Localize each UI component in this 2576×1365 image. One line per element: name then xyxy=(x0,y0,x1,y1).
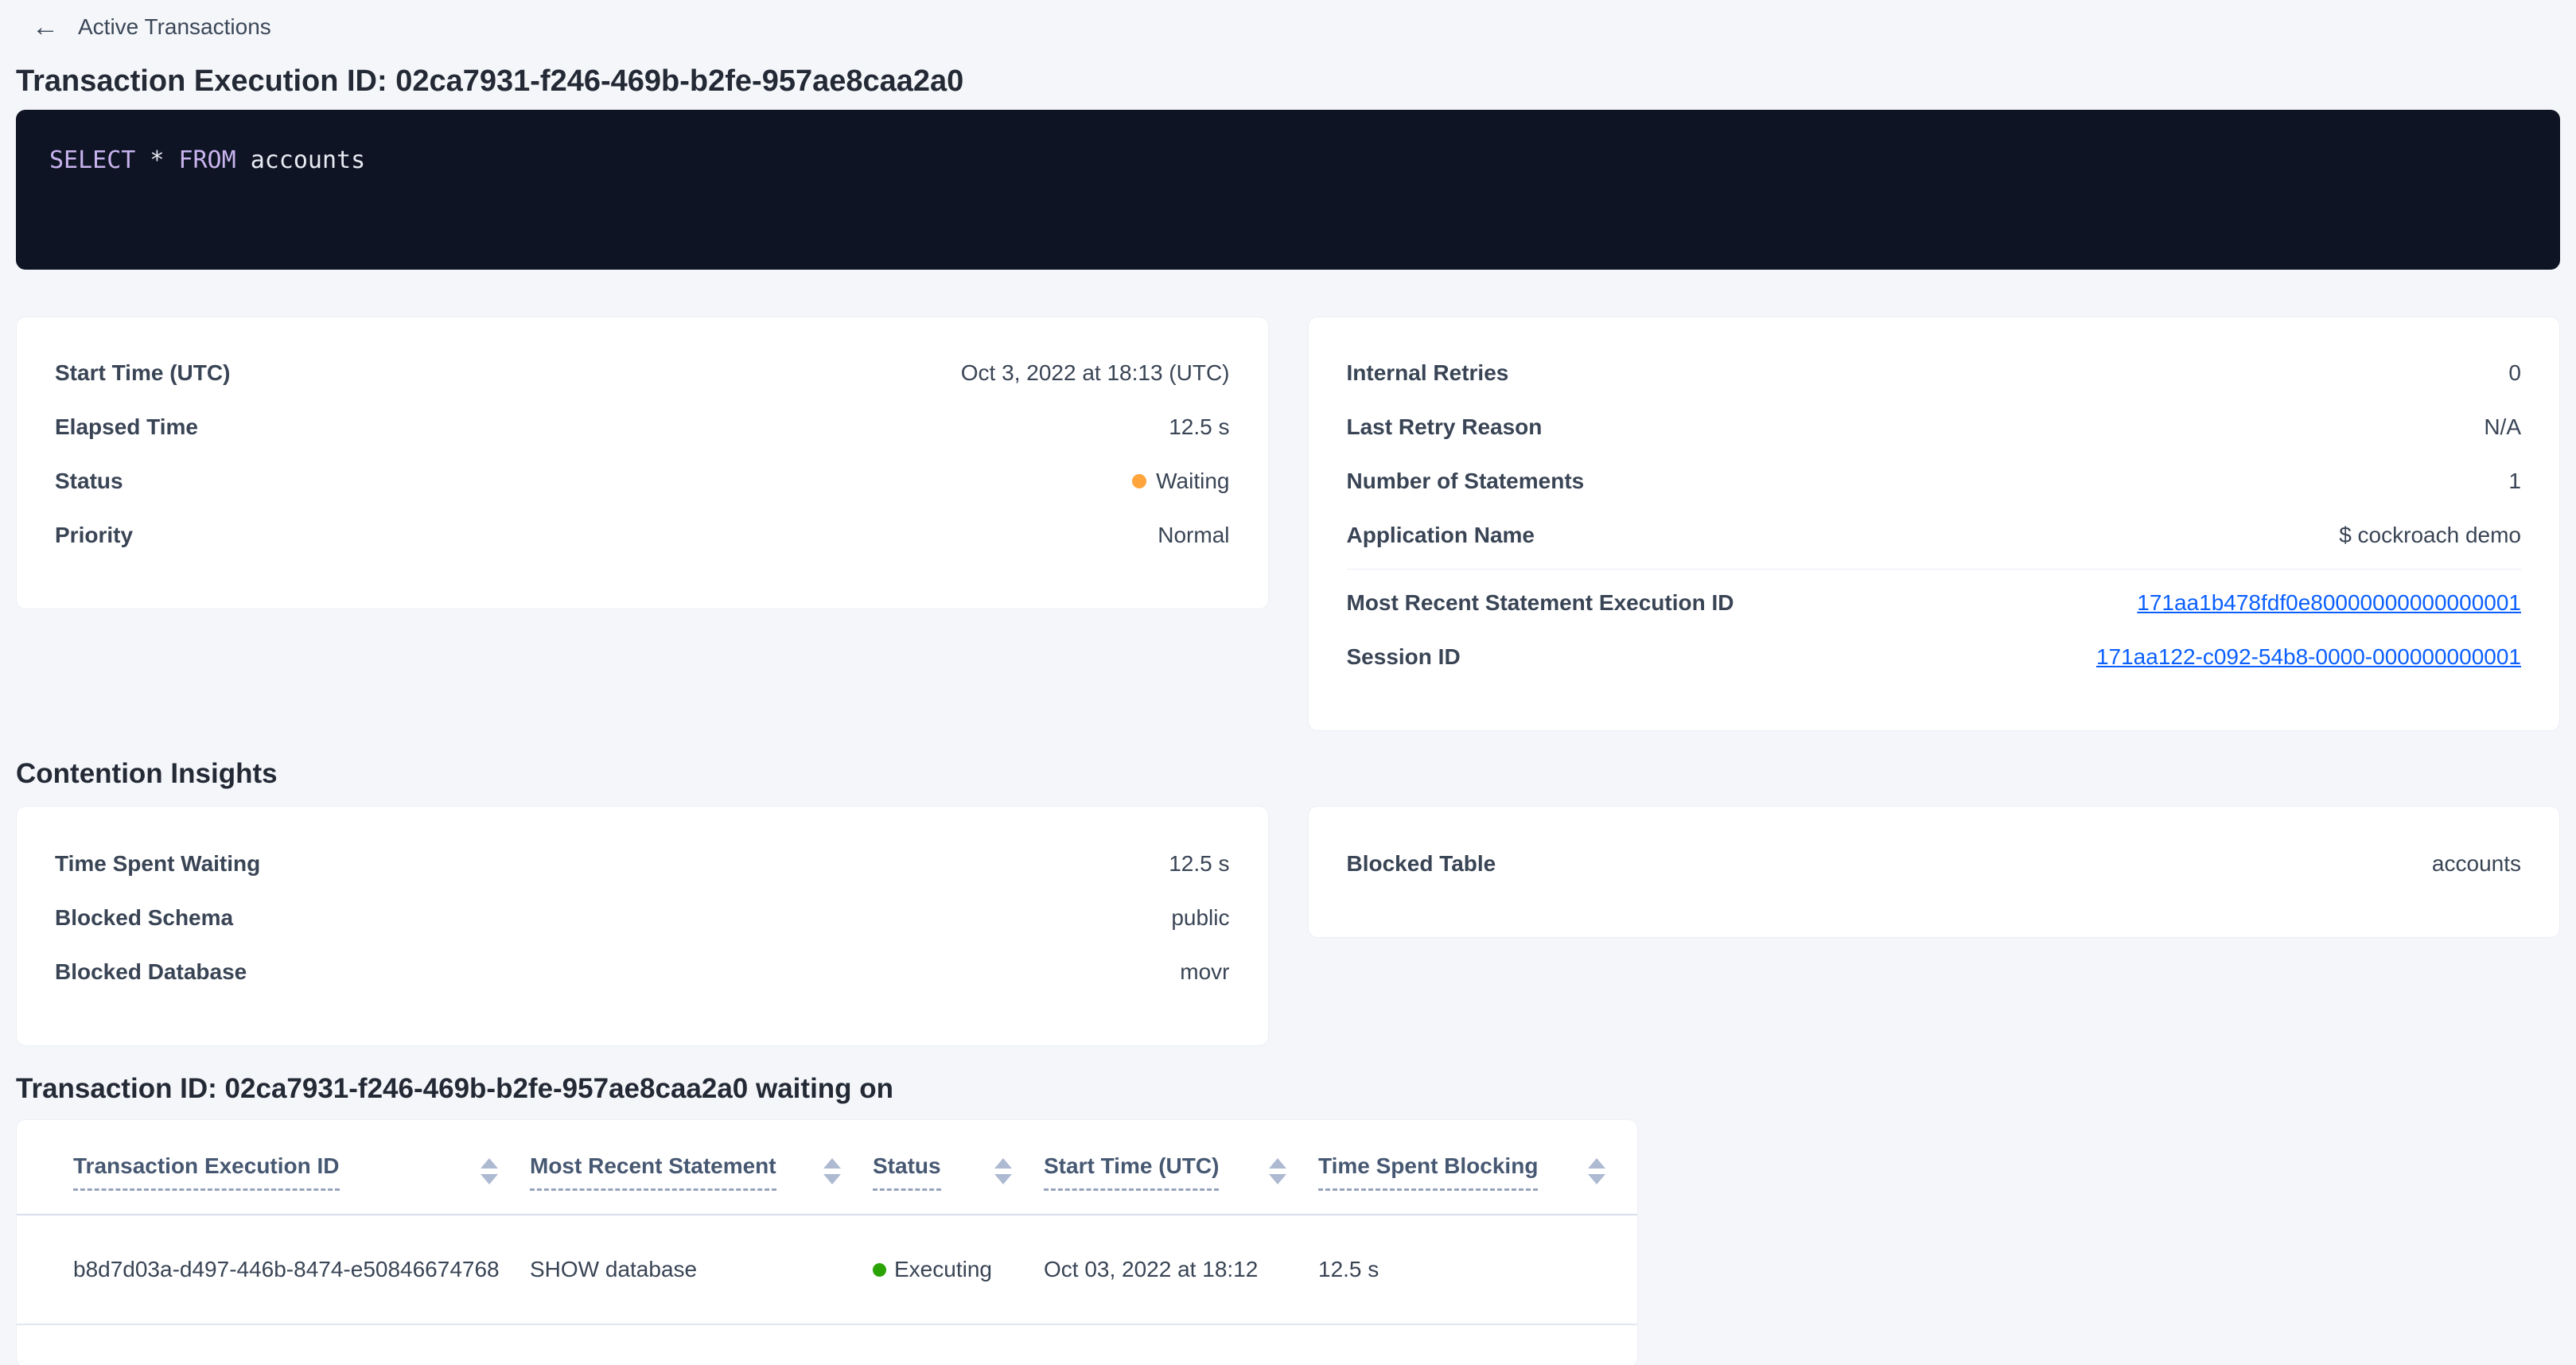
row-value: $ cockroach demo xyxy=(2339,523,2521,548)
sql-keyword-from: FROM xyxy=(178,146,235,175)
sort-icon[interactable] xyxy=(481,1158,498,1184)
row-label: Blocked Schema xyxy=(55,905,233,931)
sort-icon[interactable] xyxy=(994,1158,1012,1184)
row-label: Priority xyxy=(55,523,133,548)
row-value: accounts xyxy=(2432,851,2521,877)
status-badge: Waiting xyxy=(1132,469,1229,494)
column-header-label: Start Time (UTC) xyxy=(1044,1153,1219,1191)
row-value: 1 xyxy=(2508,469,2521,494)
row-value: Oct 3, 2022 at 18:13 (UTC) xyxy=(961,360,1230,386)
sort-up-icon xyxy=(481,1158,498,1169)
row-label: Status xyxy=(55,469,123,494)
row-status: Status Waiting xyxy=(17,454,1268,508)
sort-down-icon xyxy=(1269,1174,1286,1184)
cell-time-spent-blocking: 12.5 s xyxy=(1318,1257,1637,1282)
sort-down-icon xyxy=(823,1174,841,1184)
sql-keyword-select: SELECT xyxy=(49,146,135,175)
sql-table-name: accounts xyxy=(251,146,366,175)
cell-most-recent-statement: SHOW database xyxy=(530,1257,873,1282)
row-label: Elapsed Time xyxy=(55,414,198,440)
row-internal-retries: Internal Retries 0 xyxy=(1309,346,2560,400)
back-link-active-transactions[interactable]: Active Transactions xyxy=(78,14,271,40)
row-value: 0 xyxy=(2508,360,2521,386)
column-header-most-recent-statement[interactable]: Most Recent Statement xyxy=(530,1153,873,1191)
page-title: Transaction Execution ID: 02ca7931-f246-… xyxy=(16,64,2560,99)
cell-start-time: Oct 03, 2022 at 18:12 xyxy=(1044,1257,1318,1282)
column-header-time-spent-blocking[interactable]: Time Spent Blocking xyxy=(1318,1153,1637,1191)
row-elapsed-time: Elapsed Time 12.5 s xyxy=(17,400,1268,454)
statement-execution-id-link[interactable]: 171aa1b478fdf0e80000000000000001 xyxy=(2137,590,2521,616)
row-application-name: Application Name $ cockroach demo xyxy=(1309,508,2560,562)
sql-star: * xyxy=(150,146,164,175)
sort-icon[interactable] xyxy=(823,1158,841,1184)
row-value: Normal xyxy=(1158,523,1229,548)
row-start-time: Start Time (UTC) Oct 3, 2022 at 18:13 (U… xyxy=(17,346,1268,400)
sql-statement-box: SELECT * FROM accounts xyxy=(16,110,2560,270)
row-most-recent-statement-execution-id: Most Recent Statement Execution ID 171aa… xyxy=(1309,576,2560,630)
row-label: Application Name xyxy=(1347,523,1535,548)
cell-transaction-execution-id: b8d7d03a-d497-446b-8474-e50846674768 xyxy=(73,1257,530,1282)
row-value: 12.5 s xyxy=(1169,414,1229,440)
waiting-transactions-table: Transaction Execution ID Most Recent Sta… xyxy=(16,1119,1638,1365)
contention-right-card: Blocked Table accounts xyxy=(1308,806,2561,938)
sort-icon[interactable] xyxy=(1588,1158,1605,1184)
sort-up-icon xyxy=(994,1158,1012,1169)
table-row: b8d7d03a-d497-446b-8474-e50846674768 SHO… xyxy=(17,1215,1637,1325)
row-label: Most Recent Statement Execution ID xyxy=(1347,590,1734,616)
sort-up-icon xyxy=(1588,1158,1605,1169)
status-text: Waiting xyxy=(1156,469,1229,494)
row-label: Time Spent Waiting xyxy=(55,851,260,877)
row-label: Blocked Table xyxy=(1347,851,1496,877)
row-blocked-table: Blocked Table accounts xyxy=(1309,837,2560,891)
back-arrow-icon[interactable]: ← xyxy=(32,14,59,41)
session-id-link[interactable]: 171aa122-c092-54b8-0000-000000000001 xyxy=(2096,644,2521,670)
row-time-spent-waiting: Time Spent Waiting 12.5 s xyxy=(17,837,1268,891)
sort-down-icon xyxy=(481,1174,498,1184)
row-blocked-schema: Blocked Schema public xyxy=(17,891,1268,945)
row-session-id: Session ID 171aa122-c092-54b8-0000-00000… xyxy=(1309,630,2560,684)
row-label: Blocked Database xyxy=(55,959,247,985)
row-label: Start Time (UTC) xyxy=(55,360,230,386)
cell-status: Executing xyxy=(873,1257,1044,1282)
column-header-label: Status xyxy=(873,1153,941,1191)
contention-left-card: Time Spent Waiting 12.5 s Blocked Schema… xyxy=(16,806,1269,1046)
row-value: N/A xyxy=(2484,414,2521,440)
row-number-of-statements: Number of Statements 1 xyxy=(1309,454,2560,508)
column-header-label: Most Recent Statement xyxy=(530,1153,776,1191)
row-label: Session ID xyxy=(1347,644,1461,670)
column-header-label: Transaction Execution ID xyxy=(73,1153,340,1191)
row-label: Last Retry Reason xyxy=(1347,414,1543,440)
status-text: Executing xyxy=(894,1257,992,1282)
overview-card: Start Time (UTC) Oct 3, 2022 at 18:13 (U… xyxy=(16,317,1269,609)
status-waiting-dot-icon xyxy=(1132,474,1146,488)
row-last-retry-reason: Last Retry Reason N/A xyxy=(1309,400,2560,454)
column-header-start-time[interactable]: Start Time (UTC) xyxy=(1044,1153,1318,1191)
sort-up-icon xyxy=(1269,1158,1286,1169)
contention-insights-heading: Contention Insights xyxy=(16,756,2560,791)
card-divider xyxy=(1347,569,2522,570)
row-value: 12.5 s xyxy=(1169,851,1229,877)
sort-up-icon xyxy=(823,1158,841,1169)
summary-cards-row: Start Time (UTC) Oct 3, 2022 at 18:13 (U… xyxy=(16,317,2560,731)
transaction-details-page: ← Active Transactions Transaction Execut… xyxy=(0,0,2576,1365)
row-priority: Priority Normal xyxy=(17,508,1268,562)
row-label: Number of Statements xyxy=(1347,469,1585,494)
table-header-row: Transaction Execution ID Most Recent Sta… xyxy=(17,1120,1637,1215)
sort-down-icon xyxy=(994,1174,1012,1184)
breadcrumb: ← Active Transactions xyxy=(0,0,2576,41)
row-value: public xyxy=(1171,905,1229,931)
sort-down-icon xyxy=(1588,1174,1605,1184)
waiting-on-heading: Transaction ID: 02ca7931-f246-469b-b2fe-… xyxy=(16,1071,2560,1106)
column-header-label: Time Spent Blocking xyxy=(1318,1153,1538,1191)
contention-cards-row: Time Spent Waiting 12.5 s Blocked Schema… xyxy=(16,806,2560,1046)
row-blocked-database: Blocked Database movr xyxy=(17,945,1268,999)
row-label: Internal Retries xyxy=(1347,360,1509,386)
row-value: movr xyxy=(1180,959,1229,985)
details-card: Internal Retries 0 Last Retry Reason N/A… xyxy=(1308,317,2561,731)
status-executing-dot-icon xyxy=(873,1263,886,1277)
column-header-transaction-execution-id[interactable]: Transaction Execution ID xyxy=(73,1153,530,1191)
column-header-status[interactable]: Status xyxy=(873,1153,1044,1191)
sort-icon[interactable] xyxy=(1269,1158,1286,1184)
